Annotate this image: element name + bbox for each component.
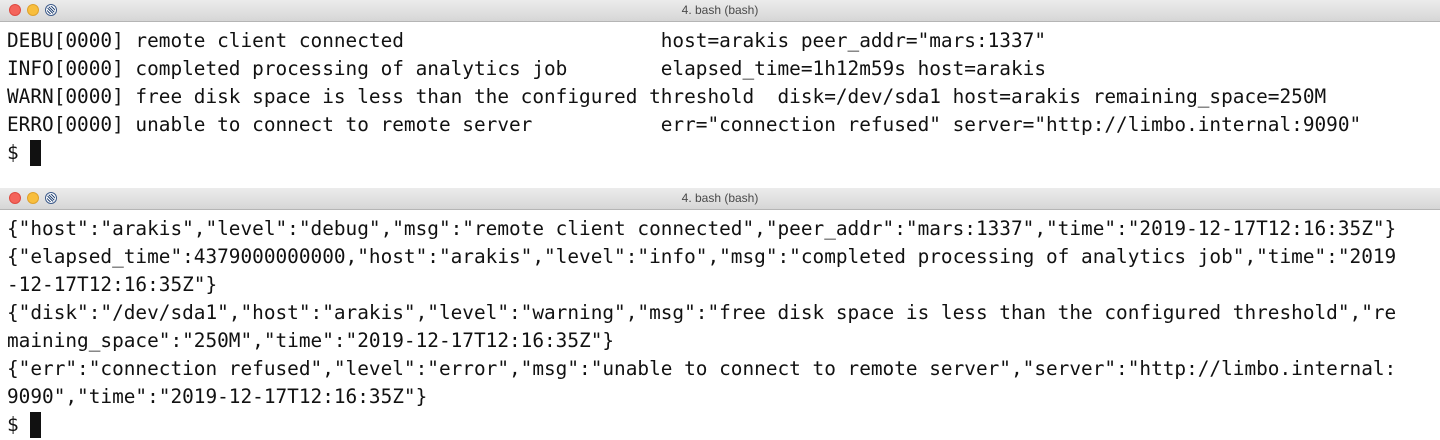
json-line-info: {"elapsed_time":4379000000000,"host":"ar… [7,245,1397,268]
json-line-error: {"err":"connection refused","level":"err… [7,357,1397,380]
terminal-output[interactable]: DEBU[0000] remote client connected host=… [0,22,1440,167]
terminal-output[interactable]: {"host":"arakis","level":"debug","msg":"… [0,210,1440,439]
prompt-symbol: $ [7,413,31,436]
command-prompt[interactable]: $ [7,139,1440,167]
prompt-symbol: $ [7,141,31,164]
log-line-error: ERRO[0000] unable to connect to remote s… [7,113,1362,136]
cursor-icon [30,412,42,438]
json-line-error-wrap: 9090","time":"2019-12-17T12:16:35Z"} [7,385,428,408]
cursor-icon [30,140,42,166]
window-title: 4. bash (bash) [681,191,759,205]
window-title: 4. bash (bash) [681,3,759,17]
log-line-warn: WARN[0000] free disk space is less than … [7,85,1327,108]
log-line-debug: DEBU[0000] remote client connected host=… [7,29,1046,52]
command-prompt[interactable]: $ [7,411,1440,439]
json-line-warning: {"disk":"/dev/sda1","host":"arakis","lev… [7,301,1397,324]
log-line-info: INFO[0000] completed processing of analy… [7,57,1046,80]
terminal-window-text-format: 4. bash (bash) DEBU[0000] remote client … [0,0,1440,178]
terminal-window-json-format: 4. bash (bash) {"host":"arakis","level":… [0,188,1440,440]
json-line-debug: {"host":"arakis","level":"debug","msg":"… [7,217,1397,240]
json-line-warning-wrap: maining_space":"250M","time":"2019-12-17… [7,329,615,352]
json-line-info-wrap: -12-17T12:16:35Z"} [7,273,218,296]
titlebar: 4. bash (bash) [0,0,1440,22]
titlebar: 4. bash (bash) [0,188,1440,210]
